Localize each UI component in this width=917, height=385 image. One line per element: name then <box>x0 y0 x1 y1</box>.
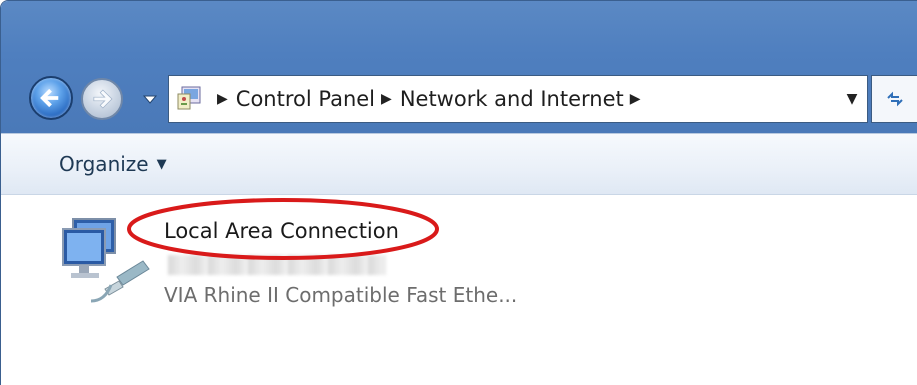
recent-pages-button[interactable] <box>141 87 159 111</box>
explorer-window: ▶ Control Panel ▶ Network and Internet ▶… <box>0 0 917 385</box>
breadcrumb-separator[interactable]: ▶ <box>630 91 641 107</box>
annotation-circle <box>127 198 439 260</box>
breadcrumb-control-panel[interactable]: Control Panel <box>236 87 375 111</box>
title-bar: ▶ Control Panel ▶ Network and Internet ▶… <box>1 1 917 133</box>
chevron-down-icon: ▼ <box>846 91 858 107</box>
chevron-down-icon <box>142 95 158 104</box>
forward-arrow-icon <box>93 89 113 109</box>
forward-button[interactable] <box>81 78 123 120</box>
refresh-icon <box>887 91 903 107</box>
breadcrumb-separator[interactable]: ▶ <box>217 91 228 107</box>
organize-button[interactable]: Organize ▼ <box>59 152 167 176</box>
connection-device: VIA Rhine II Compatible Fast Ethe... <box>164 283 518 307</box>
refresh-button[interactable] <box>871 75 917 123</box>
breadcrumb-network-and-internet[interactable]: Network and Internet <box>400 87 624 111</box>
breadcrumb-separator[interactable]: ▶ <box>381 91 392 107</box>
back-button[interactable] <box>29 76 73 120</box>
control-panel-icon <box>175 84 205 114</box>
back-arrow-icon <box>40 88 59 108</box>
chevron-down-icon: ▼ <box>156 156 167 172</box>
address-bar[interactable]: ▶ Control Panel ▶ Network and Internet ▶… <box>168 75 868 123</box>
command-bar: Organize ▼ <box>1 133 917 195</box>
address-dropdown-button[interactable]: ▼ <box>837 76 867 122</box>
organize-label: Organize <box>59 152 149 176</box>
